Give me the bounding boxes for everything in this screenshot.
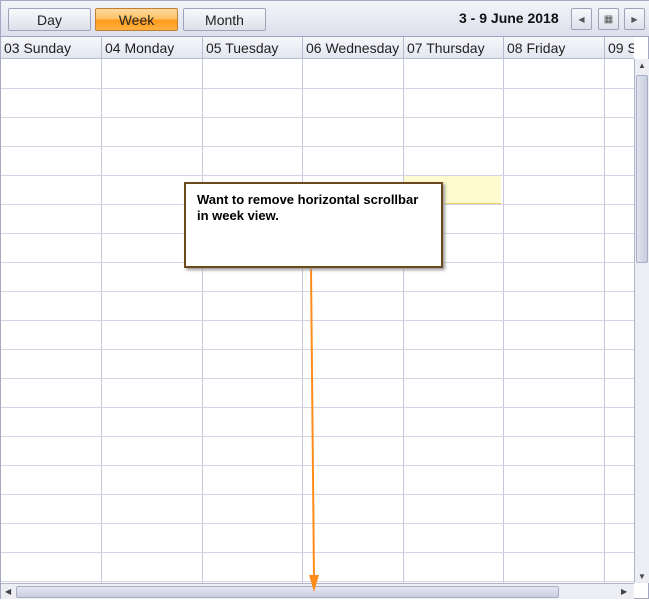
scheduler: Day Week Month 3 - 9 June 2018 ◀ ▦ ▶ 03 … [0, 0, 649, 599]
annotation-callout: Want to remove horizontal scrollbar in w… [184, 182, 443, 268]
annotation-arrow [309, 267, 319, 592]
